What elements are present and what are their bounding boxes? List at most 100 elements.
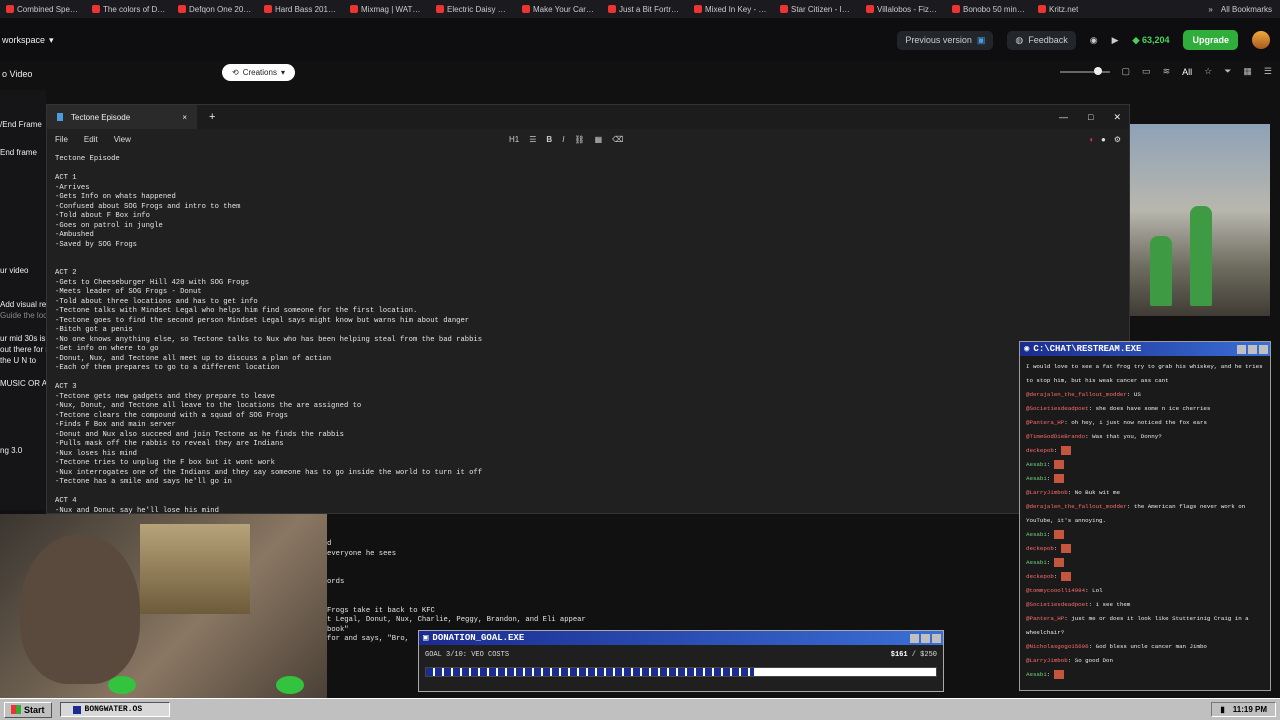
speaker-icon[interactable]: ▮ bbox=[1220, 705, 1224, 714]
zoom-slider[interactable] bbox=[1059, 66, 1110, 75]
chat-text: God bless uncle cancer man Jimbo bbox=[1095, 643, 1207, 650]
menu-icon[interactable]: ☰ bbox=[1264, 66, 1272, 77]
chat-text: No Buk wit me bbox=[1074, 489, 1120, 496]
slider-knob[interactable] bbox=[1093, 66, 1102, 75]
audio-icon[interactable]: ≋ bbox=[1163, 66, 1171, 77]
upgrade-button[interactable]: Upgrade bbox=[1183, 30, 1238, 50]
bold-icon[interactable]: B bbox=[546, 135, 552, 144]
bookmark-item[interactable]: Hard Bass 2013 (Liv... bbox=[258, 5, 344, 14]
bookmark-item[interactable]: Mixed In Key - DJ S... bbox=[688, 5, 774, 14]
minimize-icon[interactable] bbox=[910, 633, 919, 643]
bookmark-favicon-icon bbox=[952, 5, 960, 13]
chat-username[interactable]: Aesabi bbox=[1026, 461, 1047, 468]
chat-text: oh hey, i just now noticed the fox ears bbox=[1071, 419, 1207, 426]
bookmark-item[interactable]: Mixmag | WATCH D... bbox=[344, 5, 430, 14]
chat-message: @LarryJimbob: No Buk wit me bbox=[1026, 489, 1120, 496]
chat-username[interactable]: Aesabi bbox=[1026, 475, 1047, 482]
chat-username[interactable]: @LarryJimbob bbox=[1026, 657, 1068, 664]
previous-version-button[interactable]: Previous version ▣ bbox=[897, 30, 994, 50]
maximize-icon[interactable] bbox=[1248, 344, 1257, 354]
chevron-down-icon: ▾ bbox=[280, 68, 285, 77]
app-icon bbox=[72, 705, 81, 714]
feedback-button[interactable]: ◍ Feedback bbox=[1007, 30, 1076, 50]
chat-username[interactable]: @TimeGodDieBrando bbox=[1026, 433, 1085, 440]
close-icon[interactable]: ✕ bbox=[1113, 112, 1121, 123]
creations-dropdown[interactable]: ⟲ Creations ▾ bbox=[222, 64, 295, 81]
bookmark-item[interactable]: Just a Bit Fortress -... bbox=[602, 5, 688, 14]
maximize-icon[interactable]: □ bbox=[1088, 112, 1093, 123]
emote-icon bbox=[1060, 445, 1071, 455]
bookmark-item[interactable]: Make Your Car Fast... bbox=[516, 5, 602, 14]
star-icon[interactable]: ☆ bbox=[1204, 66, 1212, 77]
bookmark-item[interactable]: Kritz.net bbox=[1032, 5, 1084, 14]
chat-username[interactable]: @derajalen_the_fallout_modder bbox=[1026, 391, 1127, 398]
bookmark-item[interactable]: Combined Speed To... bbox=[0, 5, 86, 14]
chevron-down-icon: ▾ bbox=[49, 34, 54, 45]
bookmark-label: Star Citizen - Imgur bbox=[791, 4, 854, 14]
end-frame-label: /End Frame bbox=[0, 120, 42, 129]
bookmark-item[interactable]: Star Citizen - Imgur bbox=[774, 5, 860, 14]
chat-username[interactable]: @tommycoooll14994 bbox=[1026, 587, 1085, 594]
bookmark-item[interactable]: Villalobos - Fizheuo... bbox=[860, 5, 946, 14]
minimize-icon[interactable]: — bbox=[1059, 112, 1068, 123]
chat-username[interactable]: @LarryJimbob bbox=[1026, 489, 1068, 496]
chat-username[interactable]: @Nicholasgogo15606 bbox=[1026, 643, 1089, 650]
bookmark-item[interactable]: Bonobo 50 min Boil... bbox=[946, 5, 1032, 14]
clear-format-icon[interactable]: ⌫ bbox=[612, 135, 623, 144]
taskbar-item[interactable]: BONGWATER.OS bbox=[59, 702, 170, 717]
chevron-right-icon[interactable]: » bbox=[1208, 5, 1212, 14]
maximize-icon[interactable] bbox=[921, 633, 930, 643]
chat-username[interactable]: @Societiesdeadpoet bbox=[1026, 601, 1089, 608]
video-icon[interactable]: ▭ bbox=[1142, 66, 1151, 77]
menu-edit[interactable]: Edit bbox=[76, 135, 106, 144]
chat-username[interactable]: @Pantera_HP bbox=[1026, 419, 1064, 426]
bookmark-label: Mixmag | WATCH D... bbox=[361, 4, 424, 14]
close-icon[interactable] bbox=[932, 633, 941, 643]
menu-view[interactable]: View bbox=[106, 135, 139, 144]
chat-username[interactable]: Aesabi bbox=[1026, 531, 1047, 538]
chat-username[interactable]: deckepob bbox=[1026, 545, 1054, 552]
settings-icon[interactable]: ⚙ bbox=[1114, 135, 1121, 144]
close-icon[interactable]: × bbox=[182, 113, 187, 122]
donation-info: GOAL 3/10: VEO COSTS $161 / $250 bbox=[419, 645, 943, 659]
chat-username[interactable]: @derajalen_the_fallout_modder bbox=[1026, 503, 1127, 510]
workspace-selector[interactable]: workspace ▾ bbox=[0, 35, 54, 46]
chat-username[interactable]: @Societiesdeadpoet bbox=[1026, 405, 1089, 412]
new-tab-button[interactable]: + bbox=[197, 111, 227, 123]
minimize-icon[interactable] bbox=[1237, 344, 1246, 354]
discord-icon[interactable]: ◉ bbox=[1090, 35, 1098, 46]
chat-username[interactable]: Aesabi bbox=[1026, 559, 1047, 566]
chat-username[interactable]: deckepob bbox=[1026, 573, 1054, 580]
chat-message: deckepob: bbox=[1026, 542, 1264, 556]
heading-button[interactable]: H1 bbox=[509, 135, 519, 144]
bookmark-favicon-icon bbox=[866, 5, 874, 13]
italic-icon[interactable]: I bbox=[562, 135, 564, 144]
bookmark-item[interactable]: The colors of Defgo... bbox=[86, 5, 172, 14]
bookmark-item[interactable]: Defqon One 2013 l... bbox=[172, 5, 258, 14]
chat-username[interactable]: @Pantera_HP bbox=[1026, 615, 1064, 622]
document-text[interactable]: Tectone Episode ACT 1 -Arrives -Gets Inf… bbox=[55, 155, 482, 516]
menu-file[interactable]: File bbox=[47, 135, 76, 144]
image-icon[interactable]: ▢ bbox=[1122, 66, 1131, 77]
grid-icon[interactable]: ▦ bbox=[1243, 66, 1252, 77]
bookmark-item[interactable]: Electric Daisy Carniv... bbox=[430, 5, 516, 14]
add-visual-label[interactable]: Add visual re bbox=[0, 300, 46, 309]
frog-icon bbox=[108, 676, 136, 694]
copilot-icon[interactable]: ◑ bbox=[1088, 135, 1093, 144]
chat-username[interactable]: deckepob bbox=[1026, 447, 1054, 454]
list-icon[interactable]: ☰ bbox=[529, 135, 536, 144]
filter-icon[interactable]: ⏷ bbox=[1224, 66, 1231, 77]
tab-all[interactable]: All bbox=[1182, 67, 1192, 77]
table-icon[interactable]: ▦ bbox=[595, 135, 603, 144]
link-icon[interactable]: ⛓ bbox=[574, 135, 584, 144]
all-bookmarks-link[interactable]: All Bookmarks bbox=[1221, 5, 1272, 14]
tab-tectone-episode[interactable]: Tectone Episode × bbox=[47, 105, 197, 129]
avatar[interactable] bbox=[1252, 31, 1270, 49]
preview-thumbnail[interactable] bbox=[1130, 124, 1270, 316]
youtube-icon[interactable]: ▶ bbox=[1112, 35, 1119, 46]
close-icon[interactable] bbox=[1259, 344, 1268, 354]
account-icon[interactable]: ● bbox=[1101, 135, 1106, 144]
chat-message: @derajalen_the_fallout_modder: the Ameri… bbox=[1026, 503, 1246, 524]
start-button[interactable]: Start bbox=[4, 701, 52, 718]
chat-username[interactable]: Aesabi bbox=[1026, 671, 1047, 678]
